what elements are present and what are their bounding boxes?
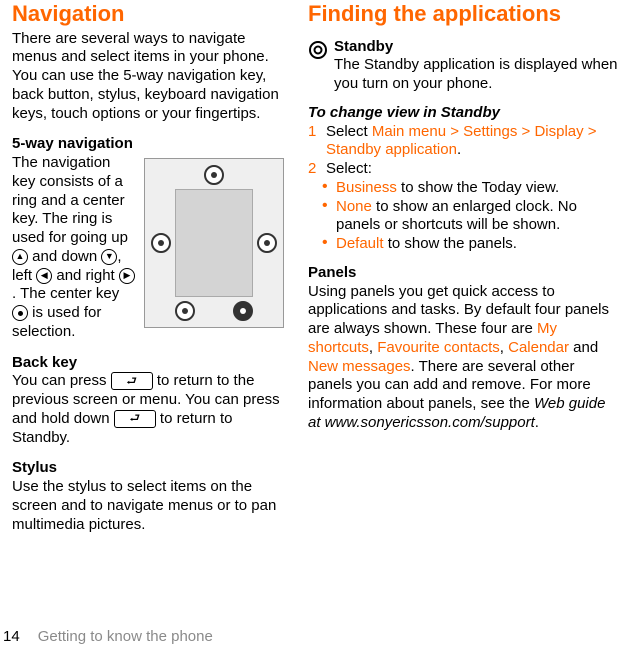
five-way-block: The navigation key consists of a ring an… [12,154,284,342]
text-fragment: to show the Today view. [397,179,559,196]
bullet-text: Default to show the panels. [336,235,517,254]
nav-left-icon [36,268,52,284]
text-fragment: . [457,141,461,158]
left-column: Navigation There are several ways to nav… [12,0,284,534]
text-fragment: . The center key [12,285,119,302]
bullet-icon: • [322,235,330,254]
nav-up-icon [12,249,28,265]
change-view-heading: To change view in Standby [308,104,619,123]
text-fragment: , [500,339,508,356]
step-body: Select: [326,160,619,179]
text-fragment: You can press [12,372,111,389]
back-key-heading: Back key [12,354,284,373]
text-fragment: , [369,339,377,356]
page-footer: 14 Getting to know the phone [0,628,213,647]
figure-ring-icon [233,301,253,321]
text-fragment: to show an enlarged clock. No panels or … [336,198,577,234]
text-fragment: and right [52,267,119,284]
back-key-icon: ⮐ [114,410,156,428]
standby-heading: Standby [334,38,619,57]
standby-body: The Standby application is displayed whe… [334,56,619,94]
option-name: None [336,198,372,215]
five-way-figure [144,158,284,328]
panels-text: Using panels you get quick access to app… [308,283,619,433]
figure-phone-body [175,189,253,297]
finding-apps-title: Finding the applications [308,0,619,28]
panel-name: New messages [308,358,411,375]
text-fragment: The navigation key consists of a ring an… [12,154,128,246]
page-number: 14 [3,628,20,647]
navigation-title: Navigation [12,0,284,28]
bullet-none: • None to show an enlarged clock. No pan… [308,198,619,236]
text-fragment: and [569,339,598,356]
figure-ring-icon [175,301,195,321]
bullet-icon: • [322,179,330,198]
stylus-heading: Stylus [12,459,284,478]
figure-ring-icon [204,165,224,185]
back-key-icon: ⮐ [111,372,153,390]
figure-ring-icon [151,233,171,253]
panel-name: Favourite contacts [377,339,500,356]
text-fragment: Select [326,123,372,140]
step-1: 1 Select Main menu > Settings > Display … [308,123,619,161]
option-name: Business [336,179,397,196]
step-number: 1 [308,123,320,161]
nav-down-icon [101,249,117,265]
two-column-layout: Navigation There are several ways to nav… [12,0,619,534]
nav-right-icon [119,268,135,284]
nav-center-icon [12,305,28,321]
text-fragment: to show the panels. [384,235,517,252]
text-fragment: and down [28,248,101,265]
standby-icon [308,40,328,60]
navigation-intro: There are several ways to navigate menus… [12,30,284,124]
right-column: Finding the applications Standby The Sta… [308,0,619,534]
text-fragment: Using panels you get quick access to app… [308,283,609,338]
figure-ring-icon [257,233,277,253]
back-key-text: You can press ⮐ to return to the previou… [12,372,284,447]
stylus-text: Use the stylus to select items on the sc… [12,478,284,534]
bullet-text: Business to show the Today view. [336,179,559,198]
bullet-business: • Business to show the Today view. [308,179,619,198]
standby-text: Standby The Standby application is displ… [334,38,619,94]
panel-name: Calendar [508,339,569,356]
step-2: 2 Select: [308,160,619,179]
option-name: Default [336,235,384,252]
step-body: Select Main menu > Settings > Display > … [326,123,619,161]
panels-heading: Panels [308,264,619,283]
bullet-default: • Default to show the panels. [308,235,619,254]
bullet-icon: • [322,198,330,236]
text-fragment: . [535,414,539,431]
five-way-heading: 5-way navigation [12,135,284,154]
footer-section-label: Getting to know the phone [38,628,213,647]
standby-block: Standby The Standby application is displ… [308,38,619,94]
step-number: 2 [308,160,320,179]
bullet-text: None to show an enlarged clock. No panel… [336,198,619,236]
